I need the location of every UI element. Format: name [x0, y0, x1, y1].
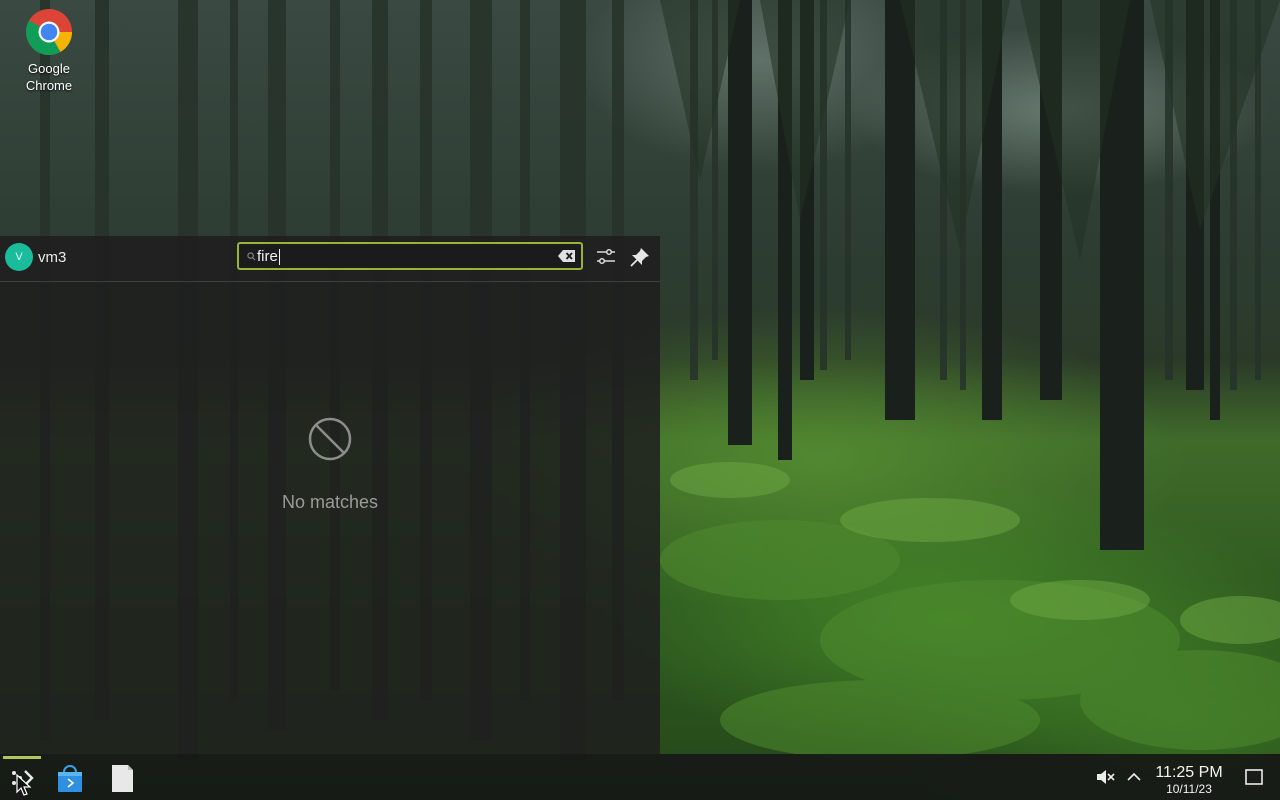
- clock-date: 10/11/23: [1166, 782, 1212, 796]
- volume-button[interactable]: [1094, 766, 1116, 788]
- desktop-icon-label: Google Chrome: [25, 61, 73, 93]
- settings-sliders-icon: [597, 248, 615, 265]
- text-caret: [279, 249, 280, 265]
- pin-button[interactable]: [628, 245, 654, 271]
- clear-search-icon[interactable]: [557, 248, 577, 264]
- user-avatar[interactable]: V: [5, 243, 33, 271]
- launcher-header: V vm3: [0, 236, 660, 282]
- volume-muted-icon: [1097, 770, 1115, 784]
- pin-icon: [630, 248, 649, 267]
- desktop-icon-google-chrome[interactable]: Google Chrome: [14, 6, 84, 94]
- document-icon: [112, 765, 133, 792]
- no-results-state: No matches: [0, 416, 660, 513]
- no-entry-icon: [308, 417, 352, 461]
- chevron-up-icon: [1127, 772, 1141, 781]
- application-launcher: V vm3 fire No matches: [0, 236, 660, 754]
- show-desktop-button[interactable]: [1243, 766, 1265, 788]
- taskbar: 11:25 PM 10/11/23: [0, 754, 1280, 800]
- clock-time: 11:25 PM: [1155, 764, 1223, 781]
- username-label: vm3: [38, 249, 67, 266]
- search-field[interactable]: [237, 242, 583, 270]
- text-editor-button[interactable]: [106, 762, 138, 794]
- active-task-indicator: [3, 756, 41, 759]
- software-center-button[interactable]: [54, 762, 86, 794]
- desktop-square-icon: [1245, 769, 1263, 785]
- chrome-icon: [26, 9, 72, 55]
- shopping-bag-icon: [58, 765, 82, 792]
- mouse-cursor-icon: [16, 774, 32, 796]
- search-input[interactable]: [257, 247, 557, 265]
- digital-clock[interactable]: 11:25 PM 10/11/23: [1150, 764, 1228, 796]
- configure-button[interactable]: [594, 245, 620, 271]
- system-tray-expander[interactable]: [1123, 766, 1145, 788]
- search-icon: [247, 252, 256, 261]
- no-matches-label: No matches: [281, 492, 379, 512]
